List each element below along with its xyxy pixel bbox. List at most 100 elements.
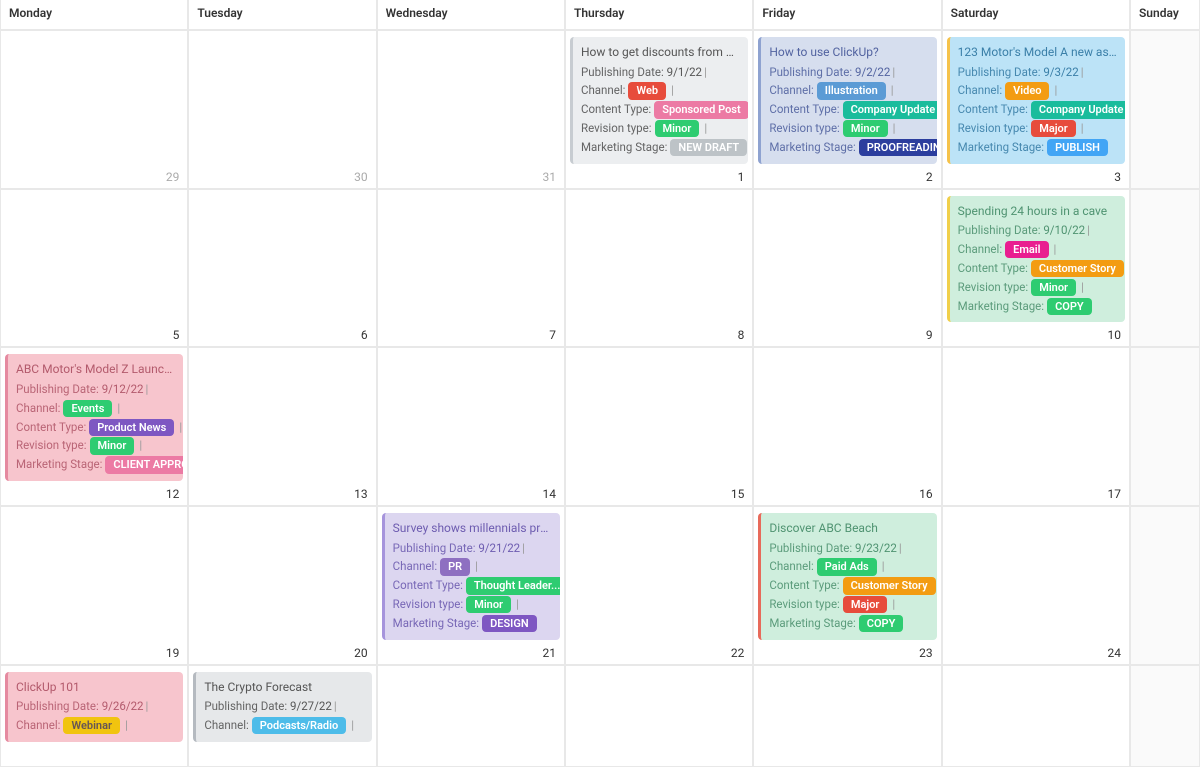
day-number: 3 <box>1114 170 1121 184</box>
pill-channel[interactable]: Web <box>628 82 666 99</box>
day-cell[interactable]: 13 <box>188 347 376 506</box>
day-cell[interactable]: 19 <box>0 506 188 665</box>
day-cell[interactable]: 16 <box>753 347 941 506</box>
pill-content-type[interactable]: Company Update <box>1031 101 1125 118</box>
day-cell[interactable]: Survey shows millennials prefer electric… <box>377 506 565 665</box>
day-cell[interactable]: How to use ClickUp? Publishing Date: 9/2… <box>753 30 941 189</box>
day-cell[interactable]: 29 <box>0 30 188 189</box>
day-cell[interactable] <box>565 665 753 767</box>
label-publishing-date: Publishing Date: <box>16 382 99 396</box>
pill-channel[interactable]: Video <box>1005 82 1049 99</box>
event-card[interactable]: 123 Motor's Model A new assembly line Pu… <box>947 37 1125 164</box>
day-cell[interactable]: 24 <box>942 506 1130 665</box>
pill-channel[interactable]: PR <box>440 558 470 575</box>
event-card[interactable]: How to get discounts from 123 Mart? Publ… <box>570 37 748 164</box>
pill-stage[interactable]: CLIENT APPROVAL <box>105 456 183 473</box>
day-cell[interactable] <box>1130 665 1200 767</box>
label-publishing-date: Publishing Date: <box>204 699 287 713</box>
event-title: 123 Motor's Model A new assembly line <box>958 43 1117 62</box>
day-number: 17 <box>1107 487 1121 501</box>
day-header-fri: Friday <box>753 0 941 30</box>
day-cell[interactable]: 9 <box>753 189 941 348</box>
pill-stage[interactable]: DESIGN <box>482 615 537 632</box>
pill-stage[interactable]: COPY <box>859 615 904 632</box>
pill-channel[interactable]: Events <box>63 400 112 417</box>
pill-channel[interactable]: Webinar <box>63 717 119 734</box>
pill-revision[interactable]: Minor <box>655 120 700 137</box>
label-content-type: Content Type: <box>958 261 1028 275</box>
pill-channel[interactable]: Paid Ads <box>817 558 877 575</box>
pill-content-type[interactable]: Sponsored Post <box>654 101 748 118</box>
event-date: 9/23/22 <box>855 541 897 555</box>
pill-revision[interactable]: Minor <box>1031 279 1076 296</box>
day-cell[interactable]: Spending 24 hours in a cave Publishing D… <box>942 189 1130 348</box>
day-cell[interactable] <box>753 665 941 767</box>
day-cell[interactable]: 6 <box>188 189 376 348</box>
day-cell[interactable]: 5 <box>0 189 188 348</box>
pill-stage[interactable]: PUBLISH <box>1047 139 1108 156</box>
event-date: 9/3/22 <box>1043 65 1078 79</box>
day-number: 21 <box>542 646 556 660</box>
label-content-type: Content Type: <box>16 420 86 434</box>
day-cell[interactable]: 30 <box>188 30 376 189</box>
label-channel: Channel: <box>16 401 60 415</box>
label-channel: Channel: <box>393 559 437 573</box>
event-title: ClickUp 101 <box>16 678 175 697</box>
pill-revision[interactable]: Minor <box>843 120 888 137</box>
label-publishing-date: Publishing Date: <box>769 541 852 555</box>
day-cell[interactable]: How to get discounts from 123 Mart? Publ… <box>565 30 753 189</box>
event-date: 9/12/22 <box>102 382 144 396</box>
day-header-sun: Sunday <box>1130 0 1200 30</box>
day-cell[interactable] <box>1130 30 1200 189</box>
pill-revision[interactable]: Major <box>1031 120 1076 137</box>
day-cell[interactable]: 15 <box>565 347 753 506</box>
pill-channel[interactable]: Email <box>1005 241 1048 258</box>
label-content-type: Content Type: <box>393 578 463 592</box>
event-card[interactable]: ABC Motor's Model Z Launch Event Publish… <box>5 354 183 481</box>
pill-channel[interactable]: Illustration <box>817 82 886 99</box>
day-cell[interactable] <box>1130 189 1200 348</box>
day-cell[interactable]: ClickUp 101 Publishing Date: 9/26/22| Ch… <box>0 665 188 767</box>
day-header-wed: Wednesday <box>377 0 565 30</box>
day-cell[interactable]: 7 <box>377 189 565 348</box>
day-cell[interactable]: The Crypto Forecast Publishing Date: 9/2… <box>188 665 376 767</box>
pill-content-type[interactable]: Customer Story <box>843 577 936 594</box>
day-cell[interactable]: 20 <box>188 506 376 665</box>
event-title: How to get discounts from 123 Mart? <box>581 43 740 62</box>
day-cell[interactable]: Discover ABC Beach Publishing Date: 9/23… <box>753 506 941 665</box>
day-cell[interactable]: 31 <box>377 30 565 189</box>
label-revision: Revision type: <box>769 597 840 611</box>
day-cell[interactable] <box>377 665 565 767</box>
event-card[interactable]: The Crypto Forecast Publishing Date: 9/2… <box>193 672 371 742</box>
pill-content-type[interactable]: Customer Story <box>1031 260 1124 277</box>
pill-channel[interactable]: Podcasts/Radio <box>252 717 346 734</box>
day-cell[interactable] <box>1130 506 1200 665</box>
event-card[interactable]: Survey shows millennials prefer electric… <box>382 513 560 640</box>
day-number: 16 <box>919 487 933 501</box>
pill-revision[interactable]: Minor <box>90 437 135 454</box>
label-content-type: Content Type: <box>769 102 839 116</box>
day-cell[interactable] <box>1130 347 1200 506</box>
day-cell[interactable]: 8 <box>565 189 753 348</box>
pill-revision[interactable]: Major <box>843 596 888 613</box>
day-cell[interactable]: 14 <box>377 347 565 506</box>
label-revision: Revision type: <box>393 597 464 611</box>
event-card[interactable]: Spending 24 hours in a cave Publishing D… <box>947 196 1125 323</box>
event-card[interactable]: ClickUp 101 Publishing Date: 9/26/22| Ch… <box>5 672 183 742</box>
day-cell[interactable]: 123 Motor's Model A new assembly line Pu… <box>942 30 1130 189</box>
day-cell[interactable] <box>942 665 1130 767</box>
day-number: 31 <box>542 170 556 184</box>
pill-stage[interactable]: PROOFREADING <box>859 139 937 156</box>
pill-content-type[interactable]: Thought Leader... <box>466 577 560 594</box>
event-card[interactable]: How to use ClickUp? Publishing Date: 9/2… <box>758 37 936 164</box>
pill-stage[interactable]: COPY <box>1047 298 1092 315</box>
event-card[interactable]: Discover ABC Beach Publishing Date: 9/23… <box>758 513 936 640</box>
day-cell[interactable]: ABC Motor's Model Z Launch Event Publish… <box>0 347 188 506</box>
day-cell[interactable]: 22 <box>565 506 753 665</box>
pill-content-type[interactable]: Product News <box>89 419 174 436</box>
pill-revision[interactable]: Minor <box>466 596 511 613</box>
pill-stage[interactable]: NEW DRAFT <box>670 139 747 156</box>
pill-content-type[interactable]: Company Update <box>843 101 937 118</box>
label-publishing-date: Publishing Date: <box>958 65 1041 79</box>
day-cell[interactable]: 17 <box>942 347 1130 506</box>
